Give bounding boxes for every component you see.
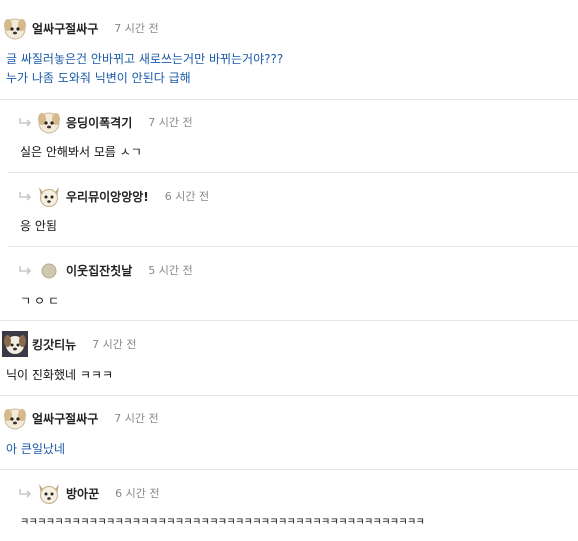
- comment-author[interactable]: 이웃집잔칫날: [66, 262, 132, 279]
- comment-header: 이웃집잔칫날 5 시간 전: [36, 256, 193, 284]
- divider: [0, 320, 578, 321]
- divider: [0, 99, 578, 100]
- divider: [8, 246, 578, 247]
- comment-time: 6 시간 전: [164, 190, 210, 203]
- comment-time: 7 시간 전: [114, 22, 159, 35]
- comment-text: 응 안됨: [20, 219, 57, 233]
- comment-time: 7 시간 전: [92, 338, 137, 351]
- puppy-icon[interactable]: [2, 331, 28, 357]
- comment-header: 우리뮤이앙앙앙! 6 시간 전: [36, 182, 209, 210]
- comment-header: 킹갓티뉴 7 시간 전: [2, 330, 137, 358]
- puppy-icon[interactable]: [2, 15, 28, 41]
- comment-header: 얼싸구절싸구 7 시간 전: [2, 14, 159, 42]
- comment-author[interactable]: 얼싸구절싸구: [32, 410, 98, 427]
- comment-text: ㄱㅇㄷ: [20, 294, 63, 308]
- divider: [0, 469, 578, 470]
- divider: [8, 172, 578, 173]
- reply-arrow-icon: [19, 192, 32, 201]
- puppy-icon[interactable]: [36, 109, 62, 135]
- comment-time: 6 시간 전: [115, 487, 160, 500]
- comment-header: 방아꾼 6 시간 전: [36, 479, 159, 507]
- comment-author[interactable]: 우리뮤이앙앙앙!: [66, 188, 149, 205]
- comment-time: 5 시간 전: [148, 264, 193, 277]
- comment-text: ㅋㅋㅋㅋㅋㅋㅋㅋㅋㅋㅋㅋㅋㅋㅋㅋㅋㅋㅋㅋㅋㅋㅋㅋㅋㅋㅋㅋㅋㅋㅋㅋㅋㅋㅋㅋㅋㅋㅋㅋ…: [20, 517, 425, 528]
- comment-time: 7 시간 전: [148, 116, 193, 129]
- reply-arrow-icon: [19, 118, 32, 127]
- puppy-icon[interactable]: [2, 405, 28, 431]
- comment-thread: 얼싸구절싸구 7 시간 전 글 싸질러놓은건 안바뀌고 새로쓰는거만 바뀌는거야…: [0, 0, 578, 541]
- comment-text: 글 싸질러놓은건 안바뀌고 새로쓰는거만 바뀌는거야???: [6, 52, 284, 66]
- chihuahua-icon[interactable]: [36, 183, 62, 209]
- circle-icon[interactable]: [36, 257, 62, 283]
- comment-author[interactable]: 얼싸구절싸구: [32, 20, 98, 37]
- comment-time: 7 시간 전: [114, 412, 159, 425]
- chihuahua-icon[interactable]: [36, 480, 62, 506]
- comment-author[interactable]: 킹갓티뉴: [32, 336, 76, 353]
- reply-arrow-icon: [19, 489, 32, 498]
- comment-header: 얼싸구절싸구 7 시간 전: [2, 404, 159, 432]
- comment-text: 닉이 진화했네 ㅋㅋㅋ: [6, 368, 113, 382]
- comment-author[interactable]: 응딩이폭격기: [66, 114, 132, 131]
- comment-author[interactable]: 방아꾼: [66, 485, 99, 502]
- reply-arrow-icon: [19, 266, 32, 275]
- comment-text: 누가 나좀 도와줘 닉변이 안된다 급해: [6, 71, 191, 85]
- comment-header: 응딩이폭격기 7 시간 전: [36, 108, 193, 136]
- comment-text: 아 큰일났네: [6, 442, 66, 456]
- divider: [0, 395, 578, 396]
- comment-text: 실은 안해봐서 모름 ㅅㄱ: [20, 145, 142, 159]
